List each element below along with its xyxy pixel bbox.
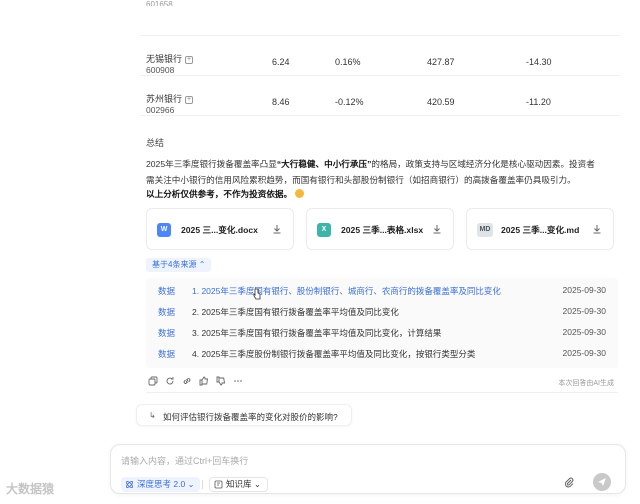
table-cell: 6.24	[272, 57, 290, 67]
thumbs-up-icon[interactable]	[199, 376, 209, 386]
share-icon[interactable]	[182, 376, 192, 386]
source-title[interactable]: 4. 2025年三季度股份制银行拨备覆盖率平均值及同比变化，按银行类型分类	[192, 348, 475, 360]
markdown-file-icon: MD	[477, 223, 493, 237]
attachment-icon[interactable]	[563, 476, 575, 488]
chat-input[interactable]	[121, 453, 541, 469]
table-cell: 427.87	[427, 57, 455, 67]
hand-cursor-icon	[253, 288, 261, 300]
reply-arrow-icon: ↳	[149, 411, 156, 420]
regenerate-icon[interactable]	[165, 376, 175, 386]
source-date: 2025-09-30	[562, 285, 606, 295]
source-date: 2025-09-30	[562, 348, 606, 358]
knowledge-base-button[interactable]: 知识库 ⌄	[209, 477, 268, 492]
thumbs-down-icon[interactable]	[216, 376, 226, 386]
summary-heading: 总结	[146, 138, 165, 148]
atom-icon	[126, 481, 133, 488]
suggested-question[interactable]: ↳ 如何评估银行拨备覆盖率的变化对股价的影响?	[136, 404, 352, 426]
source-item[interactable]: 数据 2. 2025年三季度国有银行拨备覆盖率平均值及同比变化 2025-09-…	[146, 302, 618, 322]
source-date: 2025-09-30	[562, 306, 606, 316]
source-item[interactable]: 数据 1. 2025年三季度国有银行、股份制银行、城商行、农商行的拨备覆盖率及同…	[146, 281, 618, 301]
file-card-xlsx[interactable]: X 2025 三季...表格.xlsx	[306, 208, 454, 250]
chat-composer: 深度思考 2.0 ⌄ 知识库 ⌄	[110, 444, 626, 494]
download-icon[interactable]	[431, 223, 443, 235]
source-tag: 数据	[158, 349, 176, 359]
file-card-docx[interactable]: W 2025 三...变化.docx	[146, 208, 294, 250]
chevron-up-icon: ⌃	[198, 260, 206, 269]
sources-list: 数据 1. 2025年三季度国有银行、股份制银行、城商行、农商行的拨备覆盖率及同…	[146, 278, 618, 368]
bank-code: 601658	[146, 0, 173, 6]
source-title[interactable]: 3. 2025年三季度国有银行拨备覆盖率平均值及同比变化，计算结果	[192, 327, 441, 339]
bank-name[interactable]: 苏州银行 +	[146, 92, 194, 105]
download-icon[interactable]	[271, 223, 283, 235]
bank-name[interactable]: 无锡银行 +	[146, 52, 194, 65]
table-row: 无锡银行 + 600908 6.24 0.16% 427.87 -14.30	[140, 36, 620, 76]
file-name: 2025 三季...变化.md	[501, 225, 580, 235]
suggested-question-text: 如何评估银行拨备覆盖率的变化对股价的影响?	[163, 412, 338, 422]
table-row: 601658	[140, 0, 620, 36]
data-table: 601658 无锡银行 + 600908 6.24 0.16% 427.87 -1…	[140, 0, 620, 116]
table-cell: 8.46	[272, 97, 290, 107]
source-item[interactable]: 数据 4. 2025年三季度股份制银行拨备覆盖率平均值及同比变化，按银行类型分类…	[146, 344, 618, 364]
bank-code: 002966	[146, 105, 175, 115]
disclaimer: 以上分析仅供参考，不作为投资依据。	[146, 188, 305, 200]
file-card-md[interactable]: MD 2025 三季...变化.md	[466, 208, 614, 250]
source-date: 2025-09-30	[562, 327, 606, 337]
table-cell: 0.16%	[335, 57, 361, 67]
divider	[146, 392, 618, 393]
source-tag: 数据	[158, 307, 176, 317]
smile-emoji-icon	[295, 189, 305, 198]
summary-text: 2025年三季度银行拨备覆盖率凸显“大行稳健、中小行承压”的格局，政策支持与区域…	[146, 159, 595, 185]
source-item[interactable]: 数据 3. 2025年三季度国有银行拨备覆盖率平均值及同比变化，计算结果 202…	[146, 323, 618, 343]
deep-think-button[interactable]: 深度思考 2.0 ⌄	[121, 477, 200, 492]
expand-plus-icon[interactable]: +	[185, 96, 194, 104]
excel-file-icon: X	[317, 223, 331, 237]
watermark: 大数据猿	[6, 482, 55, 496]
file-name: 2025 三...变化.docx	[181, 225, 258, 235]
table-cell: -0.12%	[335, 97, 364, 107]
file-name: 2025 三季...表格.xlsx	[341, 225, 424, 235]
expand-plus-icon[interactable]: +	[185, 56, 194, 64]
copy-icon[interactable]	[148, 376, 158, 386]
ai-generated-note: 本次回答由AI生成	[558, 380, 614, 387]
download-icon[interactable]	[591, 223, 603, 235]
table-cell: -11.20	[526, 97, 551, 107]
table-cell: -14.30	[526, 57, 552, 67]
word-file-icon: W	[157, 223, 171, 237]
sources-toggle-button[interactable]: 基于4条来源 ⌃	[146, 258, 212, 272]
more-icon[interactable]	[233, 376, 243, 386]
source-tag: 数据	[158, 328, 176, 338]
table-row: 苏州银行 + 002966 8.46 -0.12% 420.59 -11.20	[140, 76, 620, 116]
table-cell: 420.59	[427, 97, 455, 107]
send-icon	[598, 478, 606, 486]
source-title[interactable]: 1. 2025年三季度国有银行、股份制银行、城商行、农商行的拨备覆盖率及同比变化	[192, 285, 501, 297]
bank-code: 600908	[146, 65, 175, 75]
source-title[interactable]: 2. 2025年三季度国有银行拨备覆盖率平均值及同比变化	[192, 306, 399, 318]
source-tag: 数据	[158, 286, 176, 296]
knowledge-base-icon	[214, 480, 223, 489]
divider	[202, 480, 203, 489]
send-button[interactable]	[593, 473, 611, 491]
